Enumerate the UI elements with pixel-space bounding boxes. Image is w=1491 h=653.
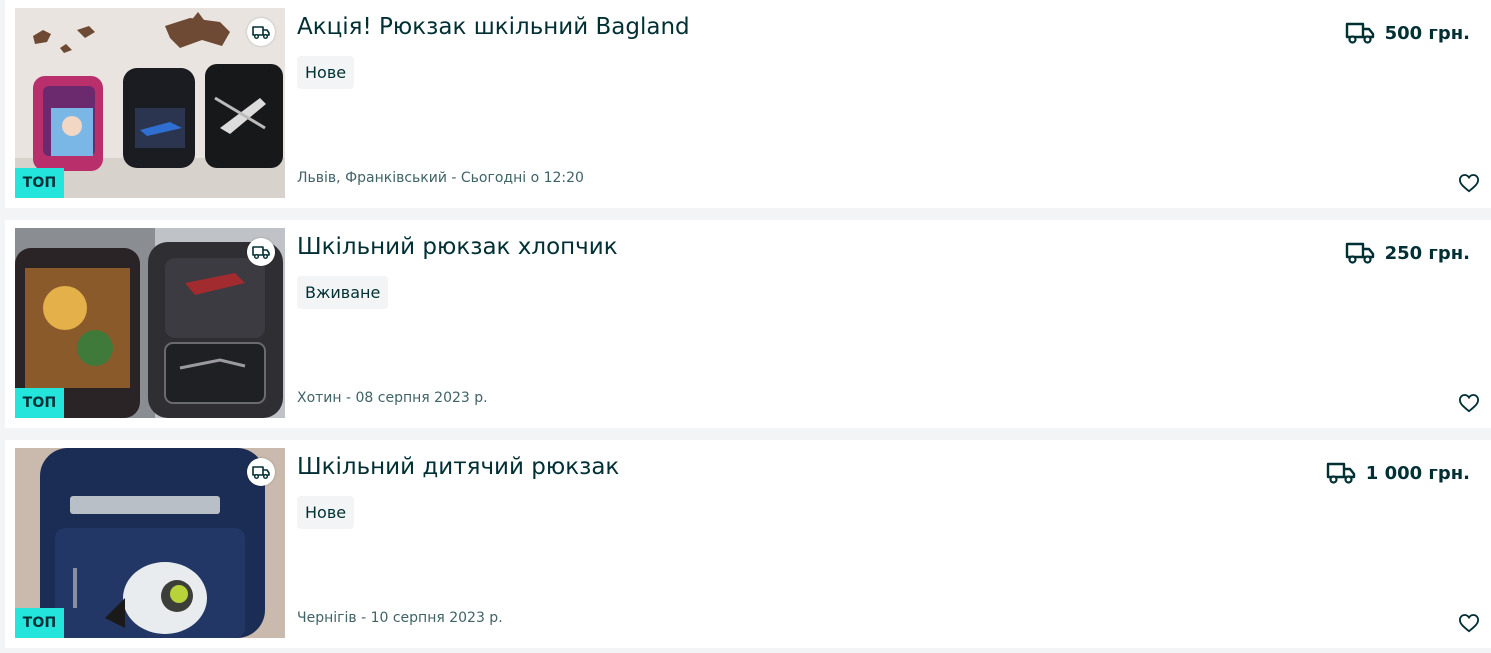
favorite-button[interactable] xyxy=(1456,170,1482,196)
location-date: Хотин - 08 серпня 2023 р. xyxy=(297,390,488,406)
listing-title[interactable]: Шкільний рюкзак хлопчик xyxy=(297,234,618,260)
listing-card[interactable]: ТОП Акція! Рюкзак шкільний Bagland Нове … xyxy=(5,0,1491,208)
favorite-button[interactable] xyxy=(1456,610,1482,636)
truck-icon xyxy=(1326,462,1355,484)
price: 250 грн. xyxy=(1384,242,1470,264)
listings-list: ТОП Акція! Рюкзак шкільний Bagland Нове … xyxy=(0,0,1491,653)
listing-title[interactable]: Акція! Рюкзак шкільний Bagland xyxy=(297,14,690,40)
price-block: 500 грн. xyxy=(1345,21,1470,45)
listing-photo[interactable]: ТОП xyxy=(15,8,285,198)
truck-icon xyxy=(1345,22,1374,44)
condition-tag: Нове xyxy=(297,56,355,89)
price: 1 000 грн. xyxy=(1365,462,1470,484)
price-block: 250 грн. xyxy=(1345,241,1470,265)
top-badge: ТОП xyxy=(15,608,64,638)
listing-title[interactable]: Шкільний дитячий рюкзак xyxy=(297,454,619,480)
delivery-icon xyxy=(247,458,275,486)
top-badge: ТОП xyxy=(15,168,64,198)
delivery-icon xyxy=(247,238,275,266)
listing-photo[interactable]: ТОП xyxy=(15,228,285,418)
listing-card[interactable]: ТОП Шкільний дитячий рюкзак Нове Чернігі… xyxy=(5,440,1491,648)
listing-card[interactable]: ТОП Шкільний рюкзак хлопчик Вживане Хоти… xyxy=(5,220,1491,428)
top-badge: ТОП xyxy=(15,388,64,418)
location-date: Чернігів - 10 серпня 2023 р. xyxy=(297,610,503,626)
listing-photo[interactable]: ТОП xyxy=(15,448,285,638)
heart-icon xyxy=(1458,614,1480,633)
condition-tag: Вживане xyxy=(297,276,389,309)
heart-icon xyxy=(1458,394,1480,413)
price: 500 грн. xyxy=(1384,22,1470,44)
heart-icon xyxy=(1458,174,1480,193)
favorite-button[interactable] xyxy=(1456,390,1482,416)
location-date: Львів, Франківський - Сьогодні о 12:20 xyxy=(297,170,584,186)
delivery-icon xyxy=(247,18,275,46)
truck-icon xyxy=(1345,242,1374,264)
price-block: 1 000 грн. xyxy=(1326,461,1470,485)
condition-tag: Нове xyxy=(297,496,355,529)
